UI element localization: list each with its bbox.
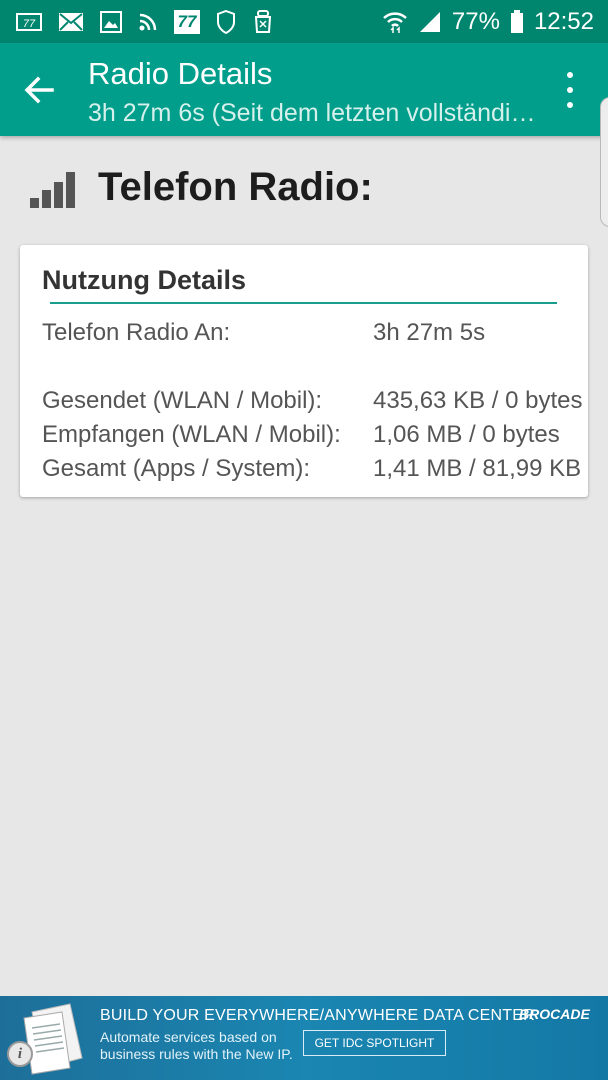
- row-label: Telefon Radio An:: [42, 319, 231, 346]
- more-vert-icon: [567, 72, 573, 78]
- document-stack-icon: [23, 1003, 83, 1075]
- battery-percent: 77%: [451, 7, 500, 35]
- page-subtitle: 3h 27m 6s (Seit dem letzten vollständig …: [88, 99, 538, 127]
- section-title: Telefon Radio:: [98, 165, 373, 209]
- mail-icon: [58, 12, 84, 32]
- overflow-menu-button[interactable]: [558, 72, 582, 108]
- shield-icon: [216, 9, 236, 34]
- card-divider: [50, 302, 557, 304]
- clean-icon: [252, 9, 274, 34]
- ad-brand-logo: BROCADE: [519, 1006, 590, 1022]
- ad-body-line-1: Automate services based on: [100, 1029, 277, 1045]
- image-icon: [100, 10, 122, 33]
- app-bar: Radio Details 3h 27m 6s (Seit dem letzte…: [0, 43, 608, 136]
- row-label: Gesendet (WLAN / Mobil):: [42, 387, 323, 414]
- usage-details-card: Nutzung Details Telefon Radio An: 3h 27m…: [20, 245, 588, 497]
- row-label: Gesamt (Apps / System):: [42, 455, 311, 482]
- status-left-icons: 77 77: [16, 9, 290, 34]
- arrow-left-icon: [24, 76, 54, 104]
- section-header: Telefon Radio:: [28, 165, 373, 210]
- ad-info-icon[interactable]: i: [7, 1041, 33, 1067]
- signal-bars-icon: [30, 171, 75, 208]
- ad-body-line-2: business rules with the New IP.: [100, 1046, 293, 1062]
- row-value: 3h 27m 5s: [373, 319, 486, 346]
- row-value: 435,63 KB / 0 bytes: [373, 387, 583, 414]
- ad-banner[interactable]: i BUILD YOUR EVERYWHERE/ANYWHERE DATA CE…: [0, 996, 608, 1080]
- back-button[interactable]: [22, 72, 58, 108]
- card-title: Nutzung Details: [42, 265, 247, 295]
- battery-icon: [510, 9, 524, 34]
- 77-badge-text: 77: [174, 9, 200, 34]
- more-vert-dot: [567, 102, 573, 108]
- row-value: 1,41 MB / 81,99 KB: [373, 455, 582, 482]
- rss-icon: [138, 12, 158, 32]
- svg-text:77: 77: [23, 18, 36, 30]
- ad-cta-button[interactable]: GET IDC SPOTLIGHT: [303, 1030, 446, 1056]
- edge-panel-handle[interactable]: [600, 97, 608, 227]
- status-right-icons: 77% 12:52: [372, 8, 594, 36]
- row-value: 1,06 MB / 0 bytes: [373, 421, 560, 448]
- ad-headline: BUILD YOUR EVERYWHERE/ANYWHERE DATA CENT…: [100, 1007, 535, 1024]
- 77-badge-icon: 77: [174, 9, 200, 34]
- clock: 12:52: [533, 7, 594, 35]
- cellular-signal-icon: [418, 11, 442, 33]
- status-bar: 77 77 77% 12:52: [0, 0, 608, 43]
- page-title: Radio Details: [88, 56, 273, 91]
- more-vert-dot: [567, 87, 573, 93]
- row-label: Empfangen (WLAN / Mobil):: [42, 421, 341, 448]
- wifi-icon: [382, 10, 408, 34]
- 77-notification-icon: 77: [16, 12, 42, 32]
